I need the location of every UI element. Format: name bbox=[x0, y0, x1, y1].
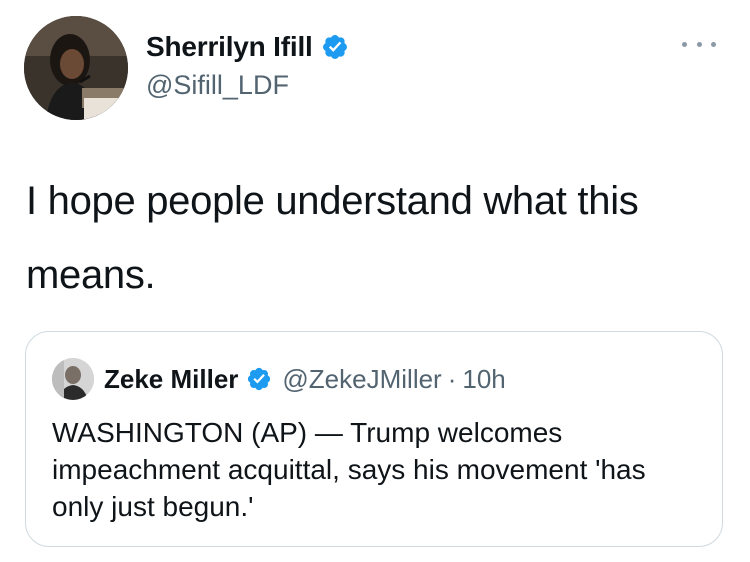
author-display-name[interactable]: Sherrilyn Ifill bbox=[146, 31, 313, 63]
quoted-author-avatar bbox=[52, 358, 94, 400]
author-avatar[interactable] bbox=[24, 16, 128, 120]
quoted-tweet-card[interactable]: Zeke Miller @ZekeJMiller · 10h WASHINGTO… bbox=[25, 331, 723, 547]
quoted-tweet-header: Zeke Miller @ZekeJMiller · 10h bbox=[52, 358, 506, 400]
more-options-icon[interactable] bbox=[682, 34, 716, 54]
author-handle[interactable]: @Sifill_LDF bbox=[146, 70, 349, 101]
verified-badge-icon bbox=[321, 33, 349, 61]
quoted-author-display-name: Zeke Miller bbox=[104, 363, 239, 394]
author-name-row: Sherrilyn Ifill bbox=[146, 28, 349, 66]
quoted-tweet-text: WASHINGTON (AP) — Trump welcomes impeach… bbox=[52, 417, 646, 522]
quoted-timestamp: 10h bbox=[462, 363, 506, 394]
quoted-separator: · bbox=[447, 363, 457, 394]
quoted-verified-badge-icon bbox=[246, 366, 272, 392]
quoted-author-handle: @ZekeJMiller bbox=[282, 363, 442, 394]
tweet-text: I hope people understand what this means… bbox=[26, 179, 639, 297]
author-info: Sherrilyn Ifill @Sifill_LDF bbox=[146, 28, 349, 101]
tweet: Sherrilyn Ifill @Sifill_LDF I hope peopl… bbox=[0, 0, 750, 562]
